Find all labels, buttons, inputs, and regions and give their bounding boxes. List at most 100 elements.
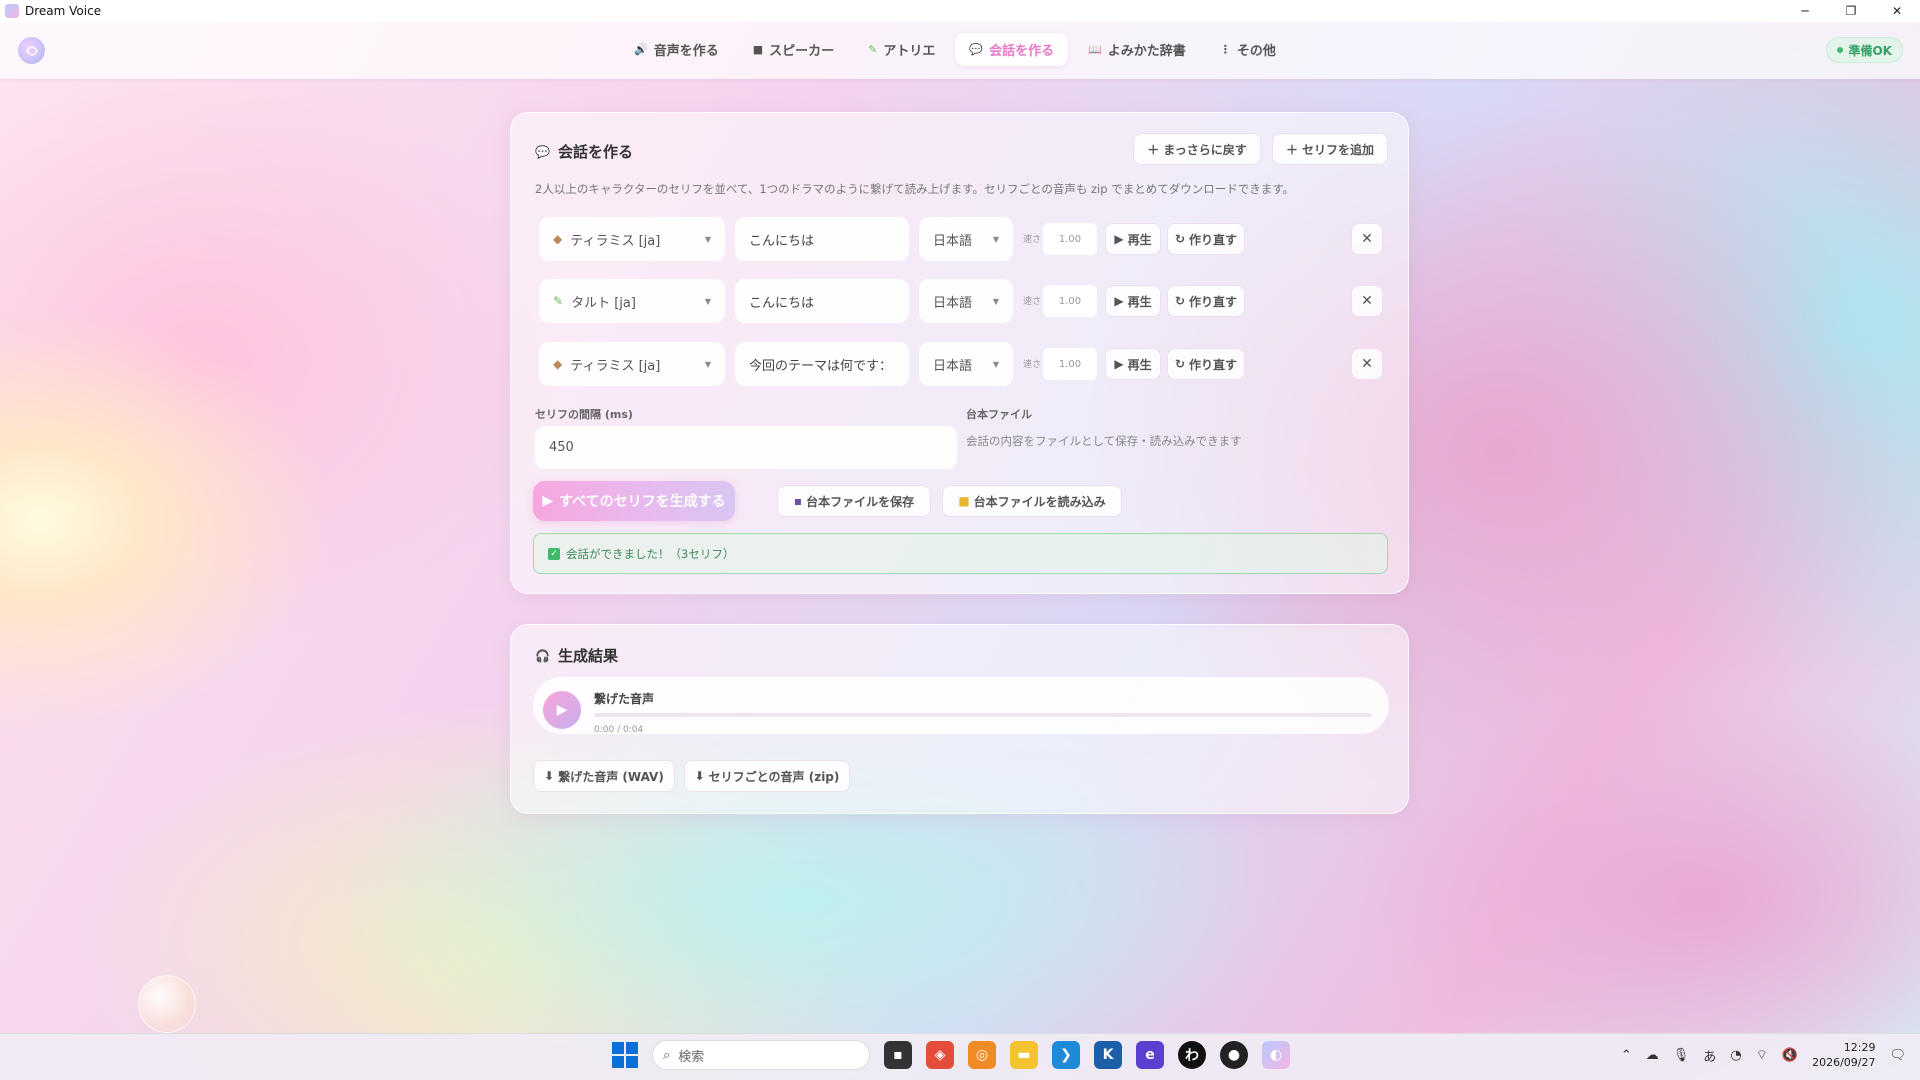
search-placeholder: 検索 (678, 1049, 705, 1065)
add-line-button[interactable]: ＋ セリフを追加 (1272, 133, 1388, 165)
success-text: 会話ができました！（3セリフ） (566, 546, 735, 561)
tab-label: よみかた辞書 (1107, 44, 1186, 59)
tab-dictionary[interactable]: 📖 よみかた辞書 (1074, 33, 1200, 66)
notification-icon[interactable]: 🗨 (1889, 1048, 1906, 1063)
vscode-icon[interactable]: ❯ (1052, 1041, 1080, 1069)
file-explorer-icon[interactable]: ▬ (1010, 1041, 1038, 1069)
play-icon: ▶ (1114, 294, 1124, 308)
tab-label: スピーカー (769, 44, 835, 59)
volume-muted-icon[interactable]: 🔇 (1782, 1048, 1798, 1063)
tab-other[interactable]: ⋮ その他 (1206, 33, 1290, 66)
blender-icon[interactable]: ◎ (968, 1041, 996, 1069)
speed-label: 速さ (1023, 235, 1042, 245)
microphone-icon[interactable]: 🎙 (1673, 1048, 1690, 1063)
app-icon (5, 4, 19, 18)
app-wa-icon[interactable]: わ (1178, 1041, 1206, 1069)
minimize-button[interactable]: ─ (1782, 0, 1828, 22)
taskbar-clock[interactable]: 12:29 2026/09/27 (1812, 1040, 1875, 1070)
app-logo[interactable] (18, 37, 45, 64)
cube-icon: ◆ (553, 232, 563, 246)
interval-input[interactable]: 450 (535, 426, 957, 469)
conversation-card: 💬 会話を作る ＋まっさらに戻す ＋セリフを追加 2人以上のキャラクターのセリフ… (510, 112, 1409, 594)
app-k-icon[interactable]: K (1094, 1041, 1122, 1069)
tab-label: アトリエ (883, 44, 936, 59)
task-view-icon[interactable]: ▪ (884, 1041, 912, 1069)
refresh-icon: ↻ (1174, 232, 1186, 246)
language-value: 日本語 (933, 233, 973, 249)
speed-input[interactable]: 1.00 (1043, 223, 1097, 255)
chevron-down-icon: ▼ (992, 359, 999, 369)
chevron-down-icon: ▼ (704, 234, 711, 244)
language-select[interactable]: 日本語 ▼ (919, 342, 1013, 386)
check-icon: ✓ (548, 547, 560, 560)
progress-track[interactable] (594, 713, 1372, 717)
app-e-icon[interactable]: e (1136, 1041, 1164, 1069)
regenerate-button[interactable]: ↻ 作り直す (1167, 285, 1245, 317)
tab-atelier[interactable]: ✎ アトリエ (854, 33, 949, 66)
speaker-select[interactable]: ◆ ティラミス [ja] ▼ (539, 342, 725, 386)
play-button[interactable]: ▶ 再生 (1105, 285, 1161, 317)
top-navbar: 🔊 音声を作る ■ スピーカー ✎ アトリエ 💬 会話を作る 📖 よみかた辞書 ⋮ その他 … (0, 22, 1920, 79)
speed-input[interactable]: 1.00 (1043, 348, 1097, 380)
delete-line-button[interactable]: ✕ (1351, 348, 1383, 380)
audio-player: ▶ 繋げた音声 0:00 / 0:04 (533, 677, 1389, 735)
close-window-button[interactable]: ✕ (1874, 0, 1920, 22)
start-button[interactable] (612, 1042, 638, 1068)
cloud-icon[interactable]: ☁ (1646, 1048, 1659, 1063)
maximize-button[interactable]: ❐ (1828, 0, 1874, 22)
clock-date: 2026/09/27 (1812, 1056, 1876, 1069)
load-script-label: 台本ファイルを読み込み (973, 494, 1106, 509)
chevron-down-icon: ▼ (704, 296, 711, 306)
tab-create-voice[interactable]: 🔊 音声を作る (620, 33, 733, 66)
line-text-input[interactable]: こんにちは (735, 279, 909, 323)
conversation-title: 💬 会話を作る (535, 141, 633, 162)
player-play-button[interactable]: ▶ (543, 691, 581, 729)
speaker-icon: 🔊 (634, 43, 648, 56)
download-wav-button[interactable]: ⬇ 繋げた音声 (WAV) (533, 760, 675, 792)
save-script-button[interactable]: ▪ 台本ファイルを保存 (777, 485, 931, 517)
obs-icon[interactable]: ● (1220, 1041, 1248, 1069)
language-select[interactable]: 日本語 ▼ (919, 279, 1013, 323)
ime-icon[interactable]: あ (1703, 1046, 1716, 1065)
plus-icon: ＋ (1285, 142, 1298, 157)
status-text: 準備OK (1848, 43, 1892, 58)
wifi-icon[interactable]: ⌔ (1756, 1047, 1768, 1063)
generate-all-button[interactable]: ▶ すべてのセリフを生成する (533, 481, 735, 521)
regen-label: 作り直す (1189, 294, 1238, 309)
description-text: 2人以上のキャラクターのセリフを並べて、1つのドラマのように繋げて読み上げます。… (535, 182, 1295, 196)
play-label: 再生 (1127, 357, 1152, 372)
more-icon: ⋮ (1219, 43, 1231, 56)
load-script-button[interactable]: ■ 台本ファイルを読み込み (942, 485, 1122, 517)
language-select[interactable]: 日本語 ▼ (919, 217, 1013, 261)
brush-icon: ✎ (553, 294, 564, 308)
close-icon: ✕ (1361, 231, 1373, 247)
delete-line-button[interactable]: ✕ (1351, 223, 1383, 255)
clock-app-icon[interactable]: ◔ (1730, 1048, 1741, 1063)
reset-button[interactable]: ＋まっさらに戻す (1133, 133, 1261, 165)
line-text-input[interactable]: こんにちは (735, 217, 909, 261)
taskbar-search[interactable]: ⌕ 検索 (652, 1040, 870, 1070)
book-icon: 📖 (1088, 43, 1102, 56)
speed-input[interactable]: 1.00 (1043, 285, 1097, 317)
chevron-up-icon[interactable]: ⌃ (1621, 1048, 1632, 1063)
line-text-input[interactable]: 今回のテーマは何です： (735, 342, 909, 386)
delete-line-button[interactable]: ✕ (1351, 285, 1383, 317)
chevron-down-icon: ▼ (992, 234, 999, 244)
speaker-select[interactable]: ✎ タルト [ja] ▼ (539, 279, 725, 323)
result-title: 🎧 生成結果 (535, 645, 618, 666)
result-card: 🎧 生成結果 ▶ 繋げた音声 0:00 / 0:04 ⬇ 繋げた音声 (WAV) … (510, 624, 1409, 814)
regenerate-button[interactable]: ↻ 作り直す (1167, 348, 1245, 380)
tab-speakers[interactable]: ■ スピーカー (739, 33, 848, 66)
download-zip-button[interactable]: ⬇ セリフごとの音声 (zip) (684, 760, 850, 792)
tab-label: 会話を作る (989, 44, 1055, 59)
interval-label: セリフの間隔 (ms) (535, 408, 633, 421)
dream-voice-taskbar-icon[interactable]: ◐ (1262, 1041, 1290, 1069)
tab-conversation[interactable]: 💬 会話を作る (955, 33, 1069, 66)
regenerate-button[interactable]: ↻ 作り直す (1167, 223, 1245, 255)
brave-icon[interactable]: ◈ (926, 1041, 954, 1069)
speaker-select[interactable]: ◆ ティラミス [ja] ▼ (539, 217, 725, 261)
generate-all-label: すべてのセリフを生成する (559, 494, 726, 510)
play-button[interactable]: ▶ 再生 (1105, 223, 1161, 255)
section-title: 会話を作る (557, 143, 633, 161)
play-button[interactable]: ▶ 再生 (1105, 348, 1161, 380)
